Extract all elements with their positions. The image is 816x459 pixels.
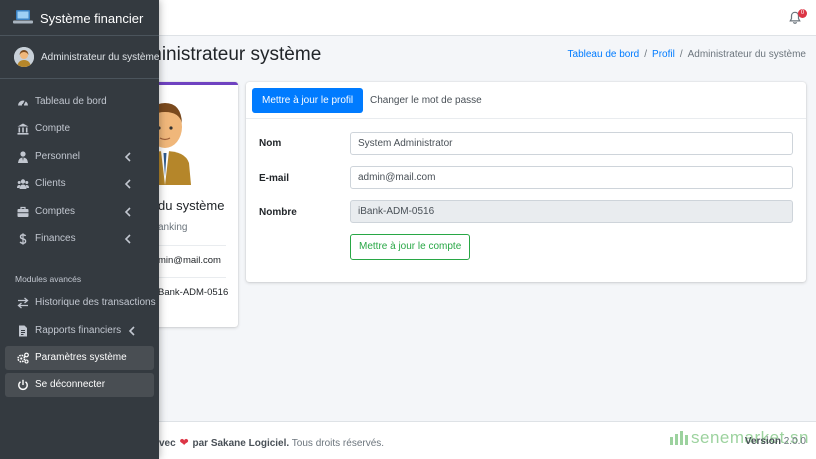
chevron-left-icon bbox=[124, 179, 131, 189]
exchange-icon bbox=[17, 297, 29, 309]
sidebar-item-label: Tableau de bord bbox=[35, 96, 107, 107]
sidebar-item-clients[interactable]: Clients bbox=[5, 172, 154, 196]
footer-text-start: vec bbox=[159, 438, 176, 449]
sidebar-item-financial-reports[interactable]: Rapports financiers bbox=[5, 319, 154, 343]
sidebar-item-label: Clients bbox=[35, 178, 66, 189]
version-label: Version bbox=[744, 436, 781, 447]
brand-text: Système financier bbox=[40, 11, 144, 26]
users-icon bbox=[17, 179, 29, 189]
breadcrumb-current: Administrateur du système bbox=[687, 49, 806, 60]
footer-by: par bbox=[192, 438, 209, 449]
sidebar-item-staff[interactable]: Personnel bbox=[5, 145, 154, 169]
profile-email: min@mail.com bbox=[158, 255, 221, 266]
tab-update-profile[interactable]: Mettre à jour le profil bbox=[252, 88, 364, 113]
number-label: Nombre bbox=[259, 207, 297, 218]
email-label: E-mail bbox=[259, 173, 290, 184]
chevron-left-icon bbox=[124, 207, 131, 217]
chevron-left-icon bbox=[124, 152, 131, 162]
footer-company-link[interactable]: Sakane Logiciel. bbox=[211, 438, 289, 449]
breadcrumb: Tableau de bord / Profil / Administrateur du… bbox=[567, 49, 806, 60]
watermark-icon bbox=[670, 431, 688, 445]
dashboard-icon bbox=[18, 100, 28, 107]
briefcase-icon bbox=[17, 206, 29, 217]
sidebar-item-account[interactable]: Compte bbox=[5, 117, 154, 141]
power-icon bbox=[18, 379, 28, 390]
sidebar-item-dashboard[interactable]: Tableau de bord bbox=[5, 90, 154, 114]
sidebar-item-logout[interactable]: Se déconnecter bbox=[5, 373, 154, 397]
name-input[interactable]: System Administrator bbox=[350, 132, 793, 155]
email-input[interactable]: admin@mail.com bbox=[350, 166, 793, 189]
breadcrumb-dashboard-link[interactable]: Tableau de bord bbox=[568, 49, 640, 60]
footer-rights: Tous droits réservés. bbox=[291, 438, 385, 449]
sidebar-item-label: Personnel bbox=[35, 151, 81, 162]
sidebar-item-transaction-history[interactable]: Historique des transactions bbox=[5, 291, 156, 315]
tab-change-password[interactable]: Changer le mot de passe bbox=[370, 88, 482, 113]
dollar-icon bbox=[19, 233, 27, 245]
sidebar-item-label: Compte bbox=[35, 123, 71, 134]
sidebar-item-accounts[interactable]: Comptes bbox=[5, 200, 154, 224]
profile-divider bbox=[158, 245, 226, 246]
chevron-left-icon bbox=[128, 326, 135, 336]
account-number-input: iBank-ADM-0516 bbox=[350, 200, 793, 223]
heart-icon: ❤ bbox=[179, 437, 189, 449]
name-label: Nom bbox=[259, 138, 282, 149]
sidebar: Système financier Administrateur du syst… bbox=[0, 0, 159, 459]
profile-divider bbox=[158, 277, 226, 278]
version-number: 2.0.0 bbox=[783, 436, 806, 447]
sidebar-item-label: Finances bbox=[35, 233, 76, 244]
bank-icon bbox=[17, 123, 29, 135]
sidebar-item-system-settings[interactable]: Paramètres système bbox=[5, 346, 154, 370]
profile-name: du système bbox=[158, 198, 225, 213]
profile-role: anking bbox=[158, 222, 188, 233]
profile-account-number: Bank-ADM-0516 bbox=[158, 287, 229, 298]
brand-link[interactable]: Système financier bbox=[0, 0, 159, 36]
update-account-button[interactable]: Mettre à jour le compte bbox=[350, 234, 471, 260]
settings-tabs: Mettre à jour le profil Changer le mot d… bbox=[246, 82, 806, 119]
sidebar-item-label: Historique des transactions bbox=[35, 297, 156, 308]
file-invoice-icon bbox=[19, 325, 27, 337]
sidebar-item-label: Rapports financiers bbox=[35, 325, 122, 336]
app-version: Version 2.0.0 bbox=[745, 436, 806, 447]
chevron-left-icon bbox=[124, 234, 131, 244]
user-panel[interactable]: Administrateur du système bbox=[0, 37, 159, 79]
footer-credits: vec ❤ par Sakane Logiciel. Tous droits r… bbox=[159, 436, 384, 449]
sidebar-user-name: Administrateur du système bbox=[41, 52, 160, 63]
sidebar-item-label: Comptes bbox=[35, 206, 76, 217]
user-avatar bbox=[14, 47, 34, 67]
breadcrumb-profile-link[interactable]: Profil bbox=[652, 49, 675, 60]
profile-settings-card: Mettre à jour le profil Changer le mot d… bbox=[246, 82, 806, 282]
notification-badge: 0 bbox=[798, 9, 807, 18]
sidebar-item-finances[interactable]: Finances bbox=[5, 227, 154, 251]
sidebar-item-label: Paramètres système bbox=[35, 352, 127, 363]
sidebar-item-label: Se déconnecter bbox=[35, 379, 106, 390]
sidebar-section-header: Modules avancés bbox=[15, 274, 82, 284]
user-tie-icon bbox=[18, 151, 28, 163]
cogs-icon bbox=[17, 352, 29, 364]
laptop-icon bbox=[13, 10, 33, 24]
page-title: ministrateur système bbox=[146, 44, 322, 65]
